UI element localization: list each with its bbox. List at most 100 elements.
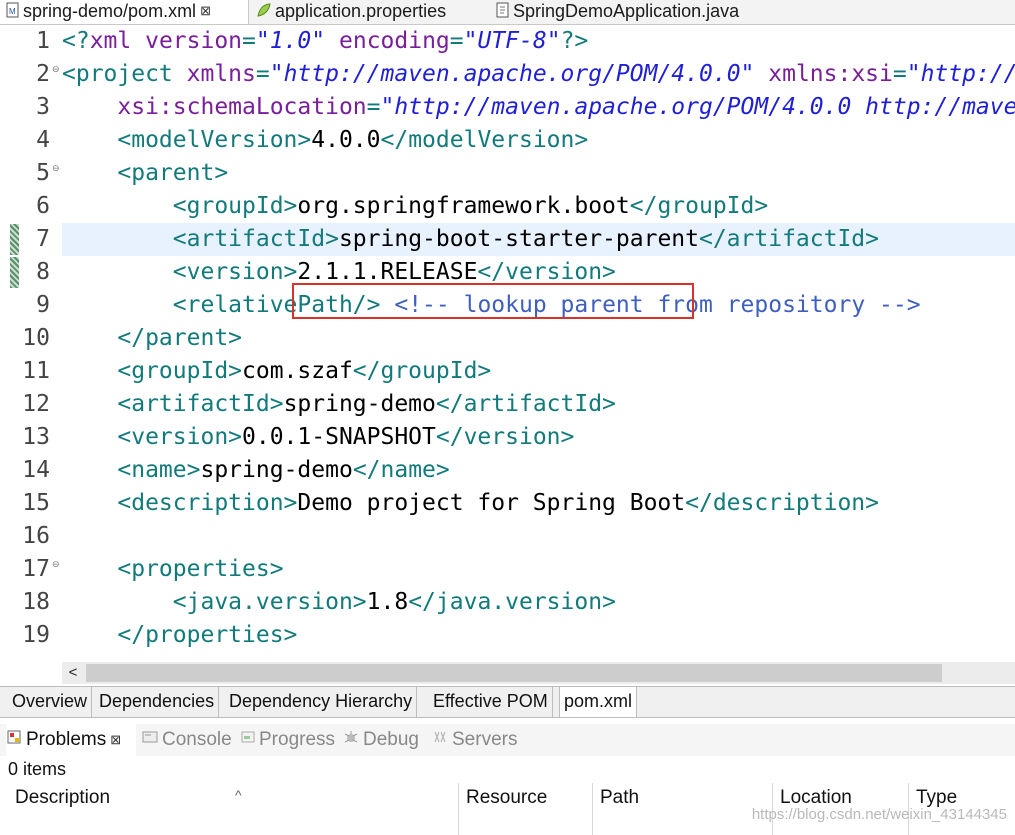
watermark: https://blog.csdn.net/weixin_43144345 (751, 806, 1007, 823)
code-line[interactable]: 18 <java.version>1.8</java.version> (0, 586, 1015, 619)
line-gutter: 11 (0, 355, 62, 388)
token: <description> (117, 490, 298, 516)
tab-dependencies[interactable]: Dependencies (95, 687, 220, 717)
code-line[interactable]: 10 </parent> (0, 322, 1015, 355)
code-line[interactable]: 15 <description>Demo project for Spring … (0, 487, 1015, 520)
line-number: 8 (36, 259, 50, 285)
token: </java.version> (408, 589, 616, 615)
line-number: 12 (22, 391, 50, 417)
code-line[interactable]: 5 ⊖ <parent> (0, 157, 1015, 190)
line-number: 4 (36, 127, 50, 153)
close-icon[interactable]: ⊠ (200, 3, 211, 18)
code-line[interactable]: 4 <modelVersion>4.0.0</modelVersion> (0, 124, 1015, 157)
column-label: Description (15, 787, 111, 808)
code-line[interactable]: 7 <artifactId>spring-boot-starter-parent… (0, 223, 1015, 256)
token: xml (89, 28, 146, 54)
scrollbar-thumb[interactable] (86, 664, 942, 682)
code-line[interactable]: 19 </properties> (0, 619, 1015, 652)
view-tab-console[interactable]: Console (142, 724, 232, 756)
token: </parent> (117, 325, 243, 351)
column-description[interactable]: Description ^ (8, 783, 458, 835)
view-tab-label: Console (162, 729, 232, 751)
token: <groupId> (172, 193, 298, 219)
view-tab-label: Progress (259, 729, 336, 751)
token: xmlns:xsi (768, 61, 893, 87)
fold-toggle-icon[interactable]: ⊖ (52, 559, 60, 570)
token: = (892, 61, 907, 87)
editor-tab-pom-xml[interactable]: Mspring-demo/pom.xml ⊠ (0, 0, 249, 24)
column-path[interactable]: Path (592, 783, 772, 835)
token: encoding (339, 28, 450, 54)
code-line[interactable]: 8 <version>2.1.1.RELEASE</version> (0, 256, 1015, 289)
token: com.szaf (242, 358, 353, 384)
code-line[interactable]: 1 <?xml version="1.0" encoding="UTF-8"?> (0, 25, 1015, 58)
tab-pom-xml[interactable]: pom.xml (559, 687, 638, 718)
token: </description> (685, 490, 880, 516)
token: </modelVersion> (380, 127, 589, 153)
code-line[interactable]: 17 ⊖ <properties> (0, 553, 1015, 586)
code-line[interactable]: 11 <groupId>com.szaf</groupId> (0, 355, 1015, 388)
token: spring-demo (200, 457, 353, 483)
view-tab-progress[interactable]: Progress (241, 724, 335, 756)
line-number: 13 (22, 424, 50, 450)
line-gutter: 13 (0, 421, 62, 454)
code-text: xsi:schemaLocation="http://maven.apache.… (62, 91, 1015, 124)
column-resource[interactable]: Resource (458, 783, 592, 835)
problems-count: 0 items (8, 759, 67, 779)
token: <? (62, 28, 90, 54)
code-line[interactable]: 2 ⊖ <project xmlns="http://maven.apache.or… (0, 58, 1015, 91)
code-line[interactable]: 16 (0, 520, 1015, 553)
scroll-left-icon[interactable]: < (62, 662, 84, 684)
tab-overview[interactable]: Overview (8, 687, 93, 717)
sort-caret-icon: ^ (235, 787, 242, 803)
line-gutter: 5 ⊖ (0, 157, 62, 190)
code-text: <version>2.1.1.RELEASE</version> (62, 256, 616, 289)
view-tab-servers[interactable]: Servers (432, 724, 517, 756)
editor-tab-application-properties[interactable]: application.properties (250, 0, 490, 24)
code-line[interactable]: 14 <name>spring-demo</name> (0, 454, 1015, 487)
code-line[interactable]: 13 <version>0.0.1-SNAPSHOT</version> (0, 421, 1015, 454)
xml-file-icon: M (6, 1, 20, 23)
code-line[interactable]: 12 <artifactId>spring-demo</artifactId> (0, 388, 1015, 421)
code-text: <relativePath/> <!-- lookup parent from … (62, 289, 921, 322)
fold-toggle-icon[interactable]: ⊖ (52, 163, 60, 174)
code-text: <properties> (62, 553, 283, 586)
token: 1.8 (366, 589, 409, 615)
properties-file-icon (256, 1, 272, 23)
token: "http://maven.apache.org/POM/4.0.0 http:… (380, 94, 1015, 120)
close-icon[interactable]: ⊠ (110, 732, 121, 747)
code-line[interactable]: 9 <relativePath/> <!-- lookup parent fro… (0, 289, 1015, 322)
code-text: <project xmlns="http://maven.apache.org/… (62, 58, 1015, 91)
code-text: </properties> (62, 619, 297, 652)
fold-toggle-icon[interactable]: ⊖ (52, 64, 60, 75)
line-gutter: 9 (0, 289, 62, 322)
view-tab-debug[interactable]: Debug (343, 724, 419, 756)
editor-tab-springdemoapplication-java[interactable]: SpringDemoApplication.java (490, 0, 780, 24)
token: <name> (117, 457, 201, 483)
code-line[interactable]: 6 <groupId>org.springframework.boot</gro… (0, 190, 1015, 223)
code-text: </parent> (62, 322, 242, 355)
horizontal-scrollbar[interactable]: < (62, 662, 1015, 684)
token: = (255, 61, 270, 87)
token: xmlns (186, 61, 256, 87)
view-tab-problems[interactable]: Problems ⊠ (6, 724, 136, 756)
token: xsi:schemaLocation (117, 94, 367, 120)
view-tab-label: Problems (26, 729, 107, 751)
xml-source-editor[interactable]: 1 <?xml version="1.0" encoding="UTF-8"?> 2… (0, 25, 1015, 662)
pom-editor-tabs: Overview Dependencies Dependency Hierarc… (0, 686, 1015, 718)
tab-dependency-hierarchy[interactable]: Dependency Hierarchy (225, 687, 418, 717)
line-gutter: 2 ⊖ (0, 58, 62, 91)
token: org.springframework.boot (297, 193, 630, 219)
tab-effective-pom[interactable]: Effective POM (429, 687, 553, 717)
code-text: <groupId>org.springframework.boot</group… (62, 190, 768, 223)
column-label: Type (916, 787, 958, 808)
change-marker (10, 224, 19, 255)
code-line[interactable]: 3 xsi:schemaLocation="http://maven.apach… (0, 91, 1015, 124)
code-text: <parent> (62, 157, 228, 190)
